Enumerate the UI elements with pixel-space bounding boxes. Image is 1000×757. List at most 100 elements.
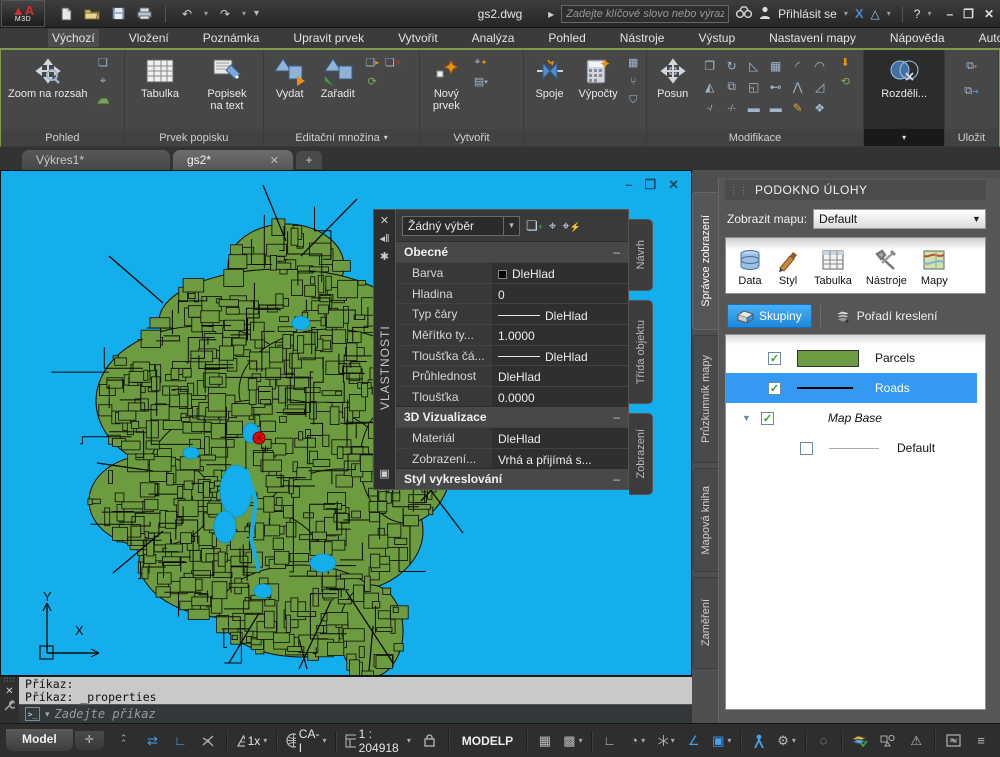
sign-in-button[interactable]: Přihlásit se xyxy=(778,7,837,21)
fillet-icon[interactable]: ◜ xyxy=(795,59,800,73)
zoom-extents-button[interactable]: Zoom na rozsah xyxy=(5,53,90,101)
ribbon-tab-autodesk360[interactable]: Autodesk 360 xyxy=(975,29,1000,47)
default-style-swatch[interactable] xyxy=(829,447,879,449)
sign-in-dropdown-icon[interactable]: ▾ xyxy=(844,9,848,18)
edit-set-cancel-icon[interactable]: ❏ ✕ xyxy=(385,55,402,70)
ortho-mode-icon[interactable]: ∟ xyxy=(597,729,623,753)
autoscale-gear-icon[interactable]: ⚙ ▾ xyxy=(774,729,800,753)
ribbon-tab-nastaveni-mapy[interactable]: Nastavení mapy xyxy=(765,29,860,47)
polar-tracking-icon[interactable]: ◔ ▾ xyxy=(625,729,651,753)
redo-icon[interactable]: ↷ xyxy=(216,6,234,22)
palette-close-icon[interactable]: ✕ xyxy=(380,214,389,232)
exchange-apps-icon[interactable]: X xyxy=(855,6,864,21)
ribbon-tab-vychozi[interactable]: Výchozí xyxy=(48,29,99,47)
vydat-button[interactable]: Vydat xyxy=(268,53,312,101)
collapse-icon[interactable]: – xyxy=(613,245,620,259)
tab-pruzkumnik-mapy[interactable]: Průzkumník mapy xyxy=(692,335,718,463)
annotation-visibility-icon[interactable] xyxy=(746,729,772,753)
snap-mode-icon[interactable]: ▦ xyxy=(532,729,558,753)
palette-autohide-icon[interactable]: ◂‖ xyxy=(379,232,389,250)
command-grip[interactable]: ∷∷ xyxy=(4,677,15,684)
qat-overflow-icon[interactable]: ▸ xyxy=(548,7,554,21)
expander-icon[interactable]: ▼ xyxy=(742,413,751,423)
tree-row-default[interactable]: ✓ Default xyxy=(726,433,985,463)
section-3d-vizualizace[interactable]: 3D Vizualizace – xyxy=(396,406,628,428)
edit-hatch-icon[interactable]: ▬ xyxy=(770,101,782,115)
data-button[interactable]: Data xyxy=(734,246,766,289)
task-pane-grip[interactable]: ⋮⋮ xyxy=(729,185,749,196)
prop-row-material[interactable]: Materiál DleHlad xyxy=(396,427,628,448)
ribbon-tab-analyza[interactable]: Analýza xyxy=(468,29,519,47)
new-file-icon[interactable] xyxy=(57,6,75,22)
map-base-label[interactable]: Map Base xyxy=(828,411,882,425)
tab-zamereni[interactable]: Zaměření xyxy=(692,577,718,669)
recent-commands-icon[interactable]: ▾ xyxy=(45,709,50,720)
array-icon[interactable]: ▦ xyxy=(770,59,781,73)
popisek-na-text-button[interactable]: Popisek na text xyxy=(204,53,249,113)
drawing-tab-vykres1[interactable]: Výkres1* xyxy=(22,150,170,170)
pick-point-icon[interactable]: ⌖ xyxy=(549,218,556,234)
space-toggle-button[interactable]: MODELP xyxy=(454,734,521,748)
discard-edits-icon[interactable]: ⧉ ➜ xyxy=(963,84,980,99)
edit-poly-icon[interactable]: ▬ xyxy=(748,101,760,115)
search-input[interactable] xyxy=(561,4,730,23)
break-at-point-icon[interactable]: -/- xyxy=(727,103,736,113)
measure-icon[interactable]: ⋀ xyxy=(793,80,803,94)
ribbon-tab-nastroje[interactable]: Nástroje xyxy=(616,29,669,47)
collapse-icon[interactable]: – xyxy=(613,410,620,424)
map-base-checkbox[interactable]: ✓ xyxy=(760,411,774,425)
drawing-canvas[interactable]: – ❐ ✕ Y X ✕ ◂‖ ✱ VLASTNOSTI ▣ Žádný výbě… xyxy=(0,170,692,676)
window-minimize-button[interactable]: – xyxy=(946,7,953,21)
prop-row-meritko[interactable]: Měřítko ty... 1.0000 xyxy=(396,323,628,345)
view-tool-icon-1[interactable]: ❏ xyxy=(94,55,111,70)
prop-row-tloustka-cary[interactable]: Tloušťka čá... DleHlad xyxy=(396,344,628,366)
customization-menu-icon[interactable]: ≡ xyxy=(968,729,994,753)
command-history[interactable]: Příkaz: Příkaz: _properties xyxy=(19,677,692,704)
default-checkbox[interactable]: ✓ xyxy=(800,441,813,455)
ucs-icon[interactable]: ∟ xyxy=(167,729,193,753)
application-menu-button[interactable]: ▲A M3D xyxy=(1,0,45,27)
prop-row-barva[interactable]: Barva DleHlad xyxy=(396,262,628,283)
nastroje-button[interactable]: Nástroje xyxy=(862,246,911,289)
groups-button[interactable]: Skupiny xyxy=(727,304,812,328)
tab-spravce-zobrazeni[interactable]: Správce zobrazení xyxy=(692,192,718,330)
annotation-scale-button[interactable]: 1x ▾ xyxy=(232,729,271,753)
break-icon[interactable]: -/ xyxy=(707,103,713,113)
workspace-switching-icon[interactable] xyxy=(847,729,873,753)
object-snap-tracking-icon[interactable]: ∠ xyxy=(681,729,707,753)
spoje-button[interactable]: Spoje xyxy=(528,53,572,101)
tab-close-icon[interactable]: ✕ xyxy=(270,154,279,167)
parcels-style-swatch[interactable] xyxy=(797,349,859,367)
posun-button[interactable]: Posun xyxy=(651,53,695,101)
rotate-icon[interactable]: ↻ xyxy=(727,59,737,73)
model-tab[interactable]: Model xyxy=(6,729,73,751)
create-tool-icon-1[interactable]: ⌖ ✦ xyxy=(472,55,489,70)
palette-tab-navrh[interactable]: Návrh xyxy=(629,219,653,291)
palette-properties-icon[interactable]: ✱ xyxy=(380,250,389,268)
mirror-icon[interactable]: ◭ xyxy=(705,80,714,94)
edit-set-sync-icon[interactable]: ⟳ xyxy=(364,74,381,89)
panel-label-pohled[interactable]: Pohled xyxy=(1,129,124,146)
create-tool-icon-5[interactable]: ⛉ xyxy=(625,93,642,108)
create-tool-icon-3[interactable]: ▦ xyxy=(625,55,642,70)
explode-icon[interactable]: ❖ xyxy=(814,101,825,115)
chamfer-icon[interactable]: ◠ xyxy=(814,59,824,73)
command-close-icon[interactable]: ✕ xyxy=(5,686,13,697)
drawing-restore-button[interactable]: ❐ xyxy=(644,177,656,193)
command-input[interactable] xyxy=(54,707,692,721)
save-edits-icon[interactable]: ⧉ ▪ xyxy=(963,59,980,74)
map-selector-dropdown[interactable]: Default ▼ xyxy=(813,209,986,229)
isolate-objects-icon[interactable]: ◌ xyxy=(810,729,836,753)
drawing-tab-gs2[interactable]: gs2* ✕ xyxy=(173,150,293,170)
save-icon[interactable] xyxy=(109,6,127,22)
prop-row-tloustka[interactable]: Tloušťka 0.0000 xyxy=(396,385,628,407)
palette-bottom-icon[interactable]: ▣ xyxy=(379,467,389,485)
roads-label[interactable]: Roads xyxy=(875,381,910,395)
vypocty-button[interactable]: Výpočty xyxy=(576,53,621,101)
file-transfer-icon[interactable]: ⇄ xyxy=(139,729,165,753)
window-close-button[interactable]: ✕ xyxy=(984,7,994,21)
warning-icon[interactable]: ⚠ xyxy=(903,729,929,753)
modify-extra-icon-1[interactable]: ⬇ xyxy=(837,55,854,70)
command-prompt-icon[interactable]: >_ xyxy=(25,707,40,721)
styl-button[interactable]: Styl xyxy=(772,246,804,289)
